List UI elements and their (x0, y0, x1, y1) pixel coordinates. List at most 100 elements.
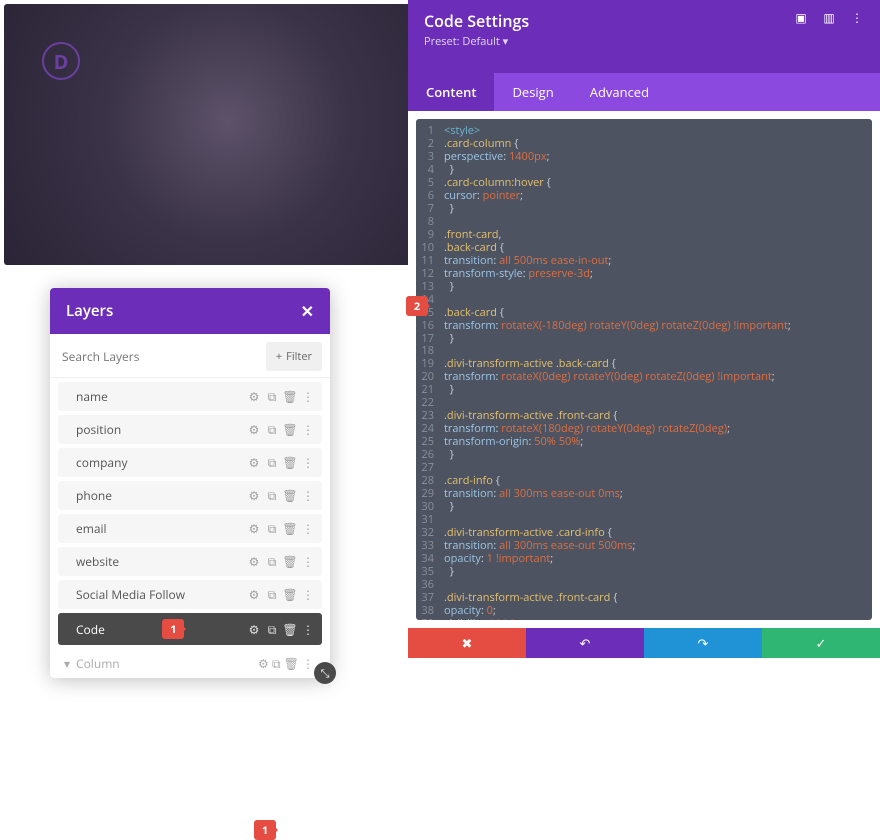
duplicate-icon[interactable]: ⧉ (266, 523, 278, 535)
more-icon[interactable]: ⋮ (302, 589, 314, 601)
layer-label: name (76, 388, 108, 405)
layer-label: Social Media Follow (76, 586, 185, 603)
code-settings-panel: Code Settings Preset: Default ▾ ▣ ▥ ⋮ Co… (408, 0, 880, 658)
gear-icon[interactable]: ⚙ (248, 623, 260, 635)
callout-badge-2: 2 (406, 296, 428, 316)
code-line: 17 } (416, 333, 872, 346)
trash-icon[interactable]: 🗑 (284, 623, 296, 635)
resize-handle-icon[interactable]: ⤡ (314, 662, 336, 684)
more-icon[interactable]: ⋮ (302, 556, 314, 568)
layers-header: Layers ✕ (50, 288, 330, 334)
more-icon[interactable]: ⋮ (302, 391, 314, 403)
duplicate-icon[interactable]: ⧉ (266, 424, 278, 436)
close-icon[interactable]: ✕ (301, 300, 314, 322)
code-editor[interactable]: 1<style>2.card-column {3 perspective: 14… (416, 119, 872, 620)
duplicate-icon[interactable]: ⧉ (266, 457, 278, 469)
check-icon: ✓ (816, 634, 827, 652)
layer-label: company (76, 454, 127, 471)
layer-label: position (76, 421, 121, 438)
editor-wrapper: 1<style>2.card-column {3 perspective: 14… (408, 111, 880, 628)
code-line: 29 transition: all 300ms ease-out 0ms; (416, 488, 872, 501)
code-line: 20 transform: rotateX(0deg) rotateY(0deg… (416, 371, 872, 384)
duplicate-icon[interactable]: ⧉ (266, 556, 278, 568)
layer-row-code[interactable]: Code 1 ⚙ ⧉ 🗑 ⋮ (58, 613, 322, 645)
layers-panel: Layers ✕ + Filter name⚙⧉🗑⋮position⚙⧉🗑⋮co… (50, 288, 330, 678)
duplicate-icon[interactable]: ⧉ (266, 490, 278, 502)
gear-icon[interactable]: ⚙ (248, 523, 260, 535)
gear-icon[interactable]: ⚙ (248, 589, 260, 601)
redo-button[interactable]: ↷ (644, 628, 762, 658)
trash-icon[interactable]: 🗑 (284, 523, 296, 535)
filter-label: Filter (286, 349, 312, 364)
layers-search-row: + Filter (50, 334, 330, 378)
code-line: 34 opacity: 1 !important; (416, 553, 872, 566)
code-line: 3 perspective: 1400px; (416, 151, 872, 164)
close-icon: ✖ (462, 634, 473, 652)
layer-row-website[interactable]: website ⚙ ⧉ 🗑 ⋮ (58, 547, 322, 576)
preset-selector[interactable]: Preset: Default ▾ (424, 34, 529, 49)
undo-icon: ↶ (580, 634, 591, 652)
trash-icon[interactable]: 🗑 (284, 424, 296, 436)
layer-label: Code (76, 621, 105, 638)
gear-icon[interactable]: ⚙ (248, 556, 260, 568)
more-icon[interactable]: ⋮ (302, 523, 314, 535)
code-line: 21 } (416, 384, 872, 397)
layer-row-email[interactable]: email ⚙ ⧉ 🗑 ⋮ (58, 514, 322, 543)
devices-icon[interactable]: ▥ (822, 10, 836, 24)
duplicate-icon[interactable]: ⧉ (266, 391, 278, 403)
gear-icon[interactable]: ⚙ (248, 424, 260, 436)
more-icon[interactable]: ⋮ (302, 424, 314, 436)
duplicate-icon[interactable]: ⧉ (266, 589, 278, 601)
code-line: 12 transform-style: preserve-3d; (416, 268, 872, 281)
gear-icon[interactable]: ⚙ (248, 490, 260, 502)
more-icon[interactable]: ⋮ (302, 623, 314, 635)
more-icon[interactable]: ⋮ (302, 457, 314, 469)
code-settings-header: Code Settings Preset: Default ▾ ▣ ▥ ⋮ (408, 0, 880, 73)
layer-row-name[interactable]: name ⚙ ⧉ 🗑 ⋮ (58, 382, 322, 411)
page-preview: D (4, 4, 411, 265)
trash-icon[interactable]: 🗑 (284, 457, 296, 469)
undo-button[interactable]: ↶ (526, 628, 644, 658)
trash-icon[interactable]: 🗑 (284, 556, 296, 568)
duplicate-icon[interactable]: ⧉ (266, 623, 278, 635)
trash-icon[interactable]: 🗑 (284, 391, 296, 403)
layers-list: name ⚙ ⧉ 🗑 ⋮ position ⚙ ⧉ 🗑 ⋮ company ⚙ ⧉ 🗑 ⋮ phone ⚙ ⧉ 🗑 ⋮… (50, 378, 330, 678)
cancel-button[interactable]: ✖ (408, 628, 526, 658)
layer-label: email (76, 520, 107, 537)
footer-actions: ✖ ↶ ↷ ✓ (408, 628, 880, 658)
code-line: 25 transform-origin: 50% 50%; (416, 436, 872, 449)
more-icon[interactable]: ⋮ (850, 10, 864, 24)
plus-icon: + (276, 349, 282, 364)
tab-advanced[interactable]: Advanced (572, 73, 667, 111)
save-button[interactable]: ✓ (762, 628, 880, 658)
tab-content[interactable]: Content (408, 73, 494, 111)
layer-row-position[interactable]: position ⚙ ⧉ 🗑 ⋮ (58, 415, 322, 444)
layer-row-company[interactable]: company ⚙ ⧉ 🗑 ⋮ (58, 448, 322, 477)
callout-badge-1: 1 (162, 619, 184, 639)
gear-icon[interactable]: ⚙ (248, 391, 260, 403)
code-line: 35 } (416, 566, 872, 579)
redo-icon: ↷ (698, 634, 709, 652)
code-line: 13 } (416, 281, 872, 294)
search-input[interactable] (58, 342, 260, 371)
chevron-down-icon: ▾ (503, 34, 509, 49)
code-line: 30 } (416, 501, 872, 514)
layer-row-phone[interactable]: phone ⚙ ⧉ 🗑 ⋮ (58, 481, 322, 510)
trash-icon[interactable]: 🗑 (284, 589, 296, 601)
code-line: 16 transform: rotateX(-180deg) rotateY(0… (416, 320, 872, 333)
more-icon[interactable]: ⋮ (302, 490, 314, 502)
gear-icon[interactable]: ⚙ (248, 457, 260, 469)
column-row[interactable]: ▾Column ⚙ ⧉ 🗑 ⋮ (58, 649, 322, 678)
code-line: 6 cursor: pointer; (416, 190, 872, 203)
code-line: 39 visibility: hidden; (416, 618, 872, 620)
callout-badge-1: 1 (254, 820, 276, 840)
focus-icon[interactable]: ▣ (794, 10, 808, 24)
filter-button[interactable]: + Filter (266, 342, 322, 371)
code-line: 7 } (416, 203, 872, 216)
trash-icon[interactable]: 🗑 (284, 490, 296, 502)
layers-title: Layers (66, 301, 113, 321)
layer-label: phone (76, 487, 112, 504)
layer-row-social-media-follow[interactable]: Social Media Follow ⚙ ⧉ 🗑 ⋮ (58, 580, 322, 609)
layer-label: website (76, 553, 119, 570)
tab-design[interactable]: Design (494, 73, 571, 111)
